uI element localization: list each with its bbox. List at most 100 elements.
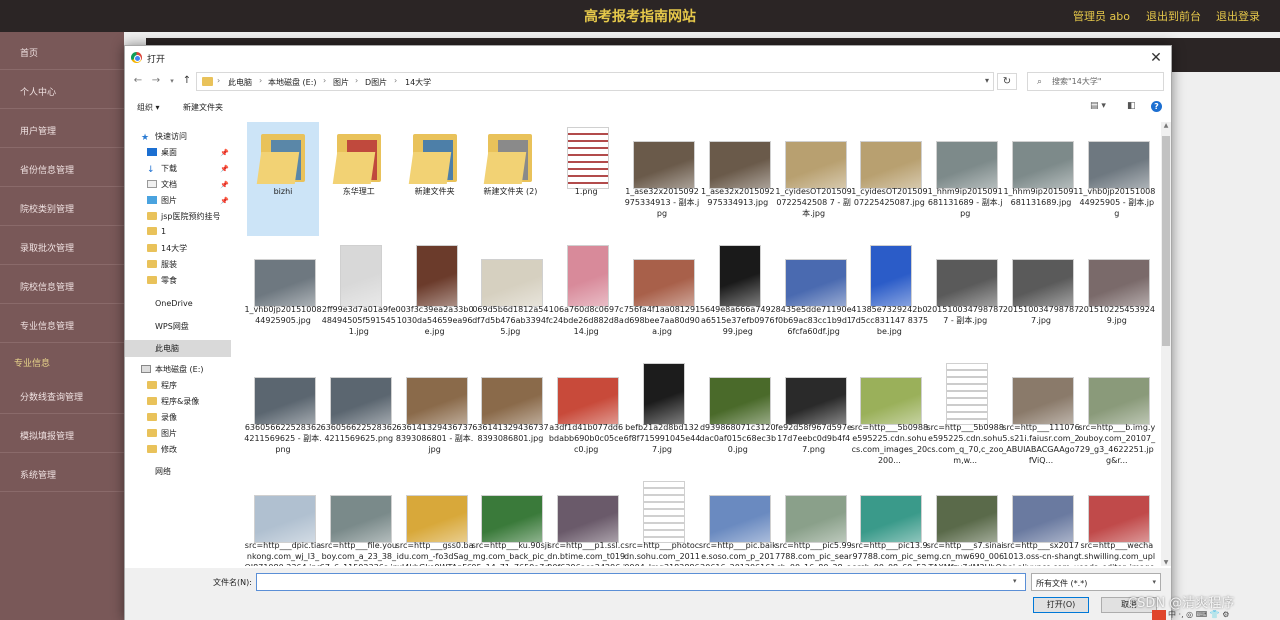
file-item[interactable]: 2015100347987877 - 副本.jpg	[927, 238, 1003, 354]
file-item[interactable]: 6360566225283624211569625.png	[321, 356, 397, 472]
close-icon[interactable]: ✕	[1145, 48, 1167, 68]
nav-quick-access[interactable]: ★ 快速访问	[141, 131, 187, 146]
file-item[interactable]: 东华理工	[323, 122, 395, 236]
file-item[interactable]: src=http___pic5.997788.com_pic_search_00…	[775, 474, 852, 566]
file-item[interactable]: 1_hhm9ip2015091681131689 - 副本.jpg	[928, 122, 1003, 236]
file-item[interactable]: src=http___wechat.shwilling.com_uploads_…	[1079, 474, 1155, 566]
file-item[interactable]: src=http___pic.baike.soso.com_p_20120616…	[699, 474, 777, 566]
file-item[interactable]: fe92d58f967d597e17d7eebc0d9b4f47.png	[775, 356, 852, 472]
file-item[interactable]: src=http___5b0988e595225.cdn.sohucs.com_…	[851, 356, 928, 472]
breadcrumb-this-pc[interactable]: 此电脑	[228, 77, 252, 88]
nav-this-pc[interactable]: 此电脑	[125, 340, 231, 357]
file-item[interactable]: src=http___sx20171013.oss-cn-shanghai.al…	[1003, 474, 1079, 566]
back-to-front-link[interactable]: 退出到前台	[1146, 8, 1201, 24]
refresh-icon[interactable]: ↻	[997, 73, 1017, 90]
nav-network[interactable]: 网络	[155, 466, 171, 481]
nav-folder-modify[interactable]: 修改	[147, 444, 177, 459]
sidebar-item-system-management[interactable]: 系统管理	[0, 454, 124, 492]
file-item[interactable]: src=http___photocdn.sohu.com_20110904_Im…	[624, 474, 700, 566]
file-item[interactable]: 756fa4f1aa081291d698bee7aa80d90a.jpg	[624, 238, 700, 354]
file-item[interactable]: 1_hhm9ip2015091681131689.jpg	[1003, 122, 1079, 236]
nav-local-disk-e[interactable]: 本地磁盘 (E:)	[141, 364, 204, 379]
chevron-right-icon[interactable]: ›	[394, 76, 397, 85]
scrollbar-thumb[interactable]	[1162, 136, 1170, 346]
file-item[interactable]: 1_ase32x2015092975334913.jpg	[701, 122, 775, 236]
file-item[interactable]: 新建文件夹	[399, 122, 471, 236]
file-item[interactable]: src=http___pic13.997788.com_pic_search_0…	[851, 474, 928, 566]
file-item[interactable]: 2015100347987877.jpg	[1003, 238, 1079, 354]
recent-dropdown-icon[interactable]: ▾	[165, 74, 179, 88]
nav-folder-1[interactable]: 1	[147, 227, 166, 242]
scroll-up-icon[interactable]: ▲	[1161, 122, 1171, 129]
filetype-select[interactable]: 所有文件 (*.*) ▾	[1031, 573, 1161, 591]
file-item[interactable]: 41385e7329242b07d5cc831147 8375be.jpg	[851, 238, 928, 354]
nav-folder-programs[interactable]: 程序	[147, 380, 177, 395]
file-item[interactable]: 2015102254539249.jpg	[1079, 238, 1155, 354]
sidebar-item-major-info-management[interactable]: 专业信息管理	[0, 305, 124, 343]
sidebar-item-mock-filling-management[interactable]: 模拟填报管理	[0, 415, 124, 453]
file-item[interactable]: src=http___file.youboy.com_a_23_38_67_6_…	[320, 474, 398, 566]
nav-folder-videos[interactable]: 录像	[147, 412, 177, 427]
view-options-icon[interactable]: ▤ ▾	[1090, 101, 1106, 111]
file-item[interactable]: 6361413294367378393086801.jpg	[472, 356, 549, 472]
preview-pane-icon[interactable]: ◧	[1127, 101, 1136, 111]
file-item[interactable]: 6360566225283624211569625 - 副本.png	[244, 356, 322, 472]
breadcrumb-pictures[interactable]: 图片	[333, 77, 349, 88]
chevron-down-icon[interactable]: ▾	[985, 76, 989, 85]
breadcrumb-d-pictures[interactable]: D图片	[365, 77, 387, 88]
filename-input[interactable]	[256, 573, 1026, 591]
file-item[interactable]: 5649e8a666a7492a6515e37efb097699.jpeg	[700, 238, 776, 354]
scroll-down-icon[interactable]: ▼	[1161, 559, 1171, 566]
nav-folder-jsp[interactable]: jsp医院预约挂号	[147, 211, 231, 226]
file-item[interactable]: 1_ase32x2015092975334913 - 副本.jpg	[625, 122, 699, 236]
sidebar-item-admission-batch-management[interactable]: 录取批次管理	[0, 227, 124, 265]
address-bar[interactable]: › 此电脑 › 本地磁盘 (E:) › 图片 › D图片 › 14大学 ▾	[196, 72, 994, 91]
up-arrow-icon[interactable]: ↑	[180, 74, 194, 88]
nav-folder-pictures[interactable]: 图片	[147, 428, 177, 443]
chevron-down-icon[interactable]: ▾	[1013, 577, 1017, 585]
search-input[interactable]	[1052, 75, 1160, 88]
chevron-right-icon[interactable]: ›	[217, 76, 220, 85]
chevron-right-icon[interactable]: ›	[259, 76, 262, 85]
sidebar-item-school-info-management[interactable]: 院校信息管理	[0, 266, 124, 304]
file-item[interactable]: src=http___5b0988e595225.cdn.sohucs.com_…	[927, 356, 1004, 472]
breadcrumb-14-university[interactable]: 14大学	[405, 77, 431, 88]
file-item[interactable]: bizhi	[247, 122, 319, 236]
file-item[interactable]: 1_cyidesOT20150907225425087.jpg	[851, 122, 928, 236]
file-item[interactable]: 1_vhb0jp2015100844925905 - 副本.jpg	[1078, 122, 1155, 236]
help-icon[interactable]: ?	[1151, 101, 1162, 112]
file-item[interactable]: 8435e5dde71190ef0b69ac83cc1b9d16fcfa60df…	[775, 238, 852, 354]
nav-onedrive[interactable]: OneDrive	[155, 299, 193, 314]
chevron-right-icon[interactable]: ›	[355, 76, 358, 85]
nav-downloads[interactable]: ↓ 下载 📌	[147, 163, 229, 178]
file-item[interactable]: 1_vhb0jp2015100844925905.jpg	[244, 238, 322, 354]
file-item[interactable]: src=http___1110765.s21i.faiusr.com_2_ABU…	[1002, 356, 1080, 472]
nav-wps-cloud[interactable]: WPS网盘	[155, 321, 189, 336]
nav-desktop[interactable]: 桌面 📌	[147, 147, 229, 162]
sidebar-subitem-major-info[interactable]: 专业信息	[0, 342, 124, 380]
file-item[interactable]: src=http___dpic.tiankong.com_wj_l3_QJ871…	[244, 474, 322, 566]
nav-folder-snacks[interactable]: 零食	[147, 275, 177, 290]
sidebar-item-user-management[interactable]: 用户管理	[0, 110, 124, 148]
file-item[interactable]: a3df1d41b077dd6bdabb690b0c05cec0.jpg	[549, 356, 623, 472]
file-item[interactable]: d939868071c3120dac0af015c68ec3b0.jpg	[700, 356, 776, 472]
file-item[interactable]: befb21a2d8bd1326f8f715991045e447.jpg	[624, 356, 700, 472]
file-item[interactable]: src=http___b.img.youboy.com_20107_29_g3_…	[1078, 356, 1155, 472]
file-item[interactable]: 1_cyidesOT2015090722542508 7 - 副本.jpg	[775, 122, 852, 236]
nav-pictures[interactable]: 图片 📌	[147, 195, 229, 210]
nav-documents[interactable]: 文档 📌	[147, 179, 229, 194]
file-item[interactable]: src=http___s7.sinaimg.cn_mw690_006TAXMfz…	[926, 474, 1004, 566]
file-item[interactable]: src=http___p1.ssl.cdn.btime.com_t01900f6…	[547, 474, 625, 566]
sidebar-item-personal-center[interactable]: 个人中心	[0, 71, 124, 109]
nav-folder-14-university[interactable]: 14大学	[147, 243, 187, 258]
sidebar-item-home[interactable]: 首页	[0, 32, 124, 70]
breadcrumb-local-disk[interactable]: 本地磁盘 (E:)	[268, 77, 317, 88]
sidebar-item-province-management[interactable]: 省份信息管理	[0, 149, 124, 187]
sidebar-item-school-category-management[interactable]: 院校类别管理	[0, 188, 124, 226]
new-folder-button[interactable]: 新建文件夹	[183, 102, 223, 113]
search-box[interactable]: ⌕	[1027, 72, 1164, 91]
file-item[interactable]: 新建文件夹 (2)	[474, 122, 546, 236]
file-item[interactable]: 003f3c39ea2a33b01030da54659ea96e.jpg	[396, 238, 474, 354]
file-item[interactable]: src=http___ku.90sjimg.com_back_pic_05_14…	[471, 474, 549, 566]
file-item[interactable]: 1.png	[550, 122, 622, 236]
